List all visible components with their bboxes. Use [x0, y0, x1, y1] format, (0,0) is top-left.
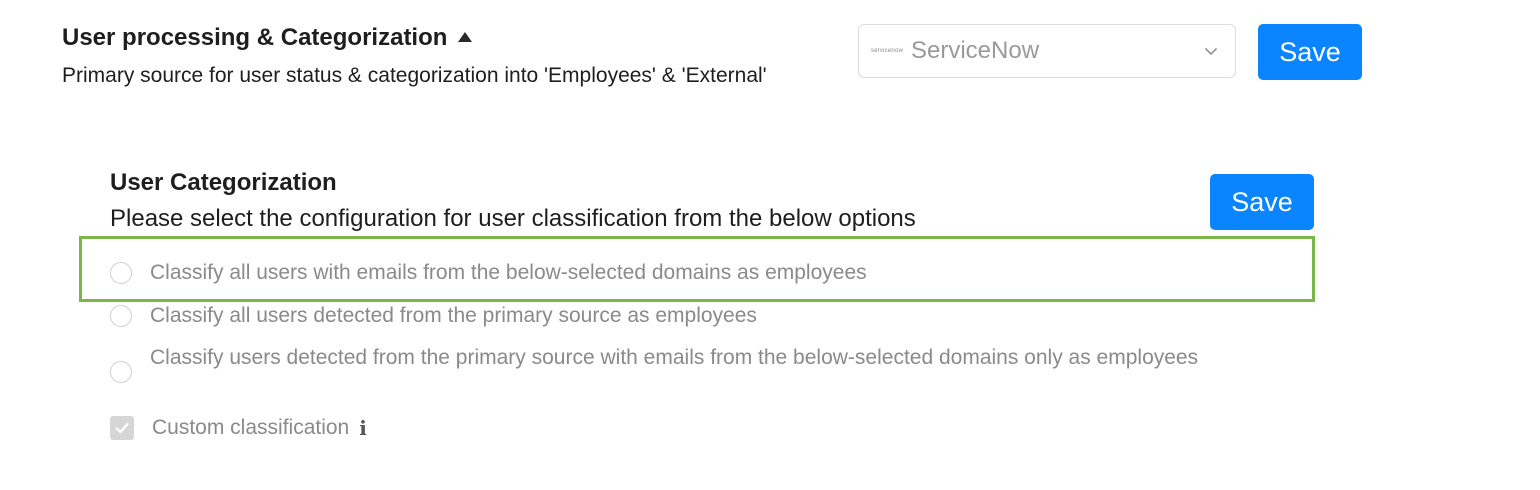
- option-label: Classify all users detected from the pri…: [150, 304, 757, 327]
- radio-button[interactable]: [110, 361, 132, 383]
- section-title-label: User processing & Categorization: [62, 24, 448, 51]
- radio-button[interactable]: [110, 262, 132, 284]
- categorization-title: User Categorization: [110, 169, 337, 196]
- caret-up-icon[interactable]: [458, 32, 473, 42]
- servicenow-logo: servicenow: [871, 48, 904, 54]
- checkmark-icon: [115, 422, 129, 434]
- option-label: Custom classification: [152, 416, 350, 439]
- custom-classification-option[interactable]: Custom classification i: [110, 414, 1310, 442]
- radio-button[interactable]: [110, 305, 132, 327]
- primary-source-select[interactable]: servicenow ServiceNow: [858, 24, 1236, 78]
- section-description: Primary source for user status & categor…: [62, 64, 767, 87]
- classification-option-primary-source[interactable]: Classify all users detected from the pri…: [110, 302, 1310, 330]
- option-label: Classify users detected from the primary…: [150, 346, 1199, 369]
- save-categorization-button[interactable]: Save: [1210, 174, 1314, 230]
- info-icon[interactable]: i: [359, 414, 367, 442]
- classification-option-domains[interactable]: Classify all users with emails from the …: [110, 259, 1310, 287]
- chevron-down-icon: [1205, 48, 1217, 55]
- custom-classification-checkbox[interactable]: [110, 416, 134, 440]
- save-source-button[interactable]: Save: [1258, 24, 1362, 80]
- select-value: ServiceNow: [911, 37, 1040, 64]
- classification-option-primary-source-domains[interactable]: Classify users detected from the primary…: [110, 344, 1290, 383]
- section-title[interactable]: User processing & Categorization: [62, 24, 473, 52]
- option-label: Classify all users with emails from the …: [150, 261, 867, 284]
- categorization-description: Please select the configuration for user…: [110, 205, 916, 232]
